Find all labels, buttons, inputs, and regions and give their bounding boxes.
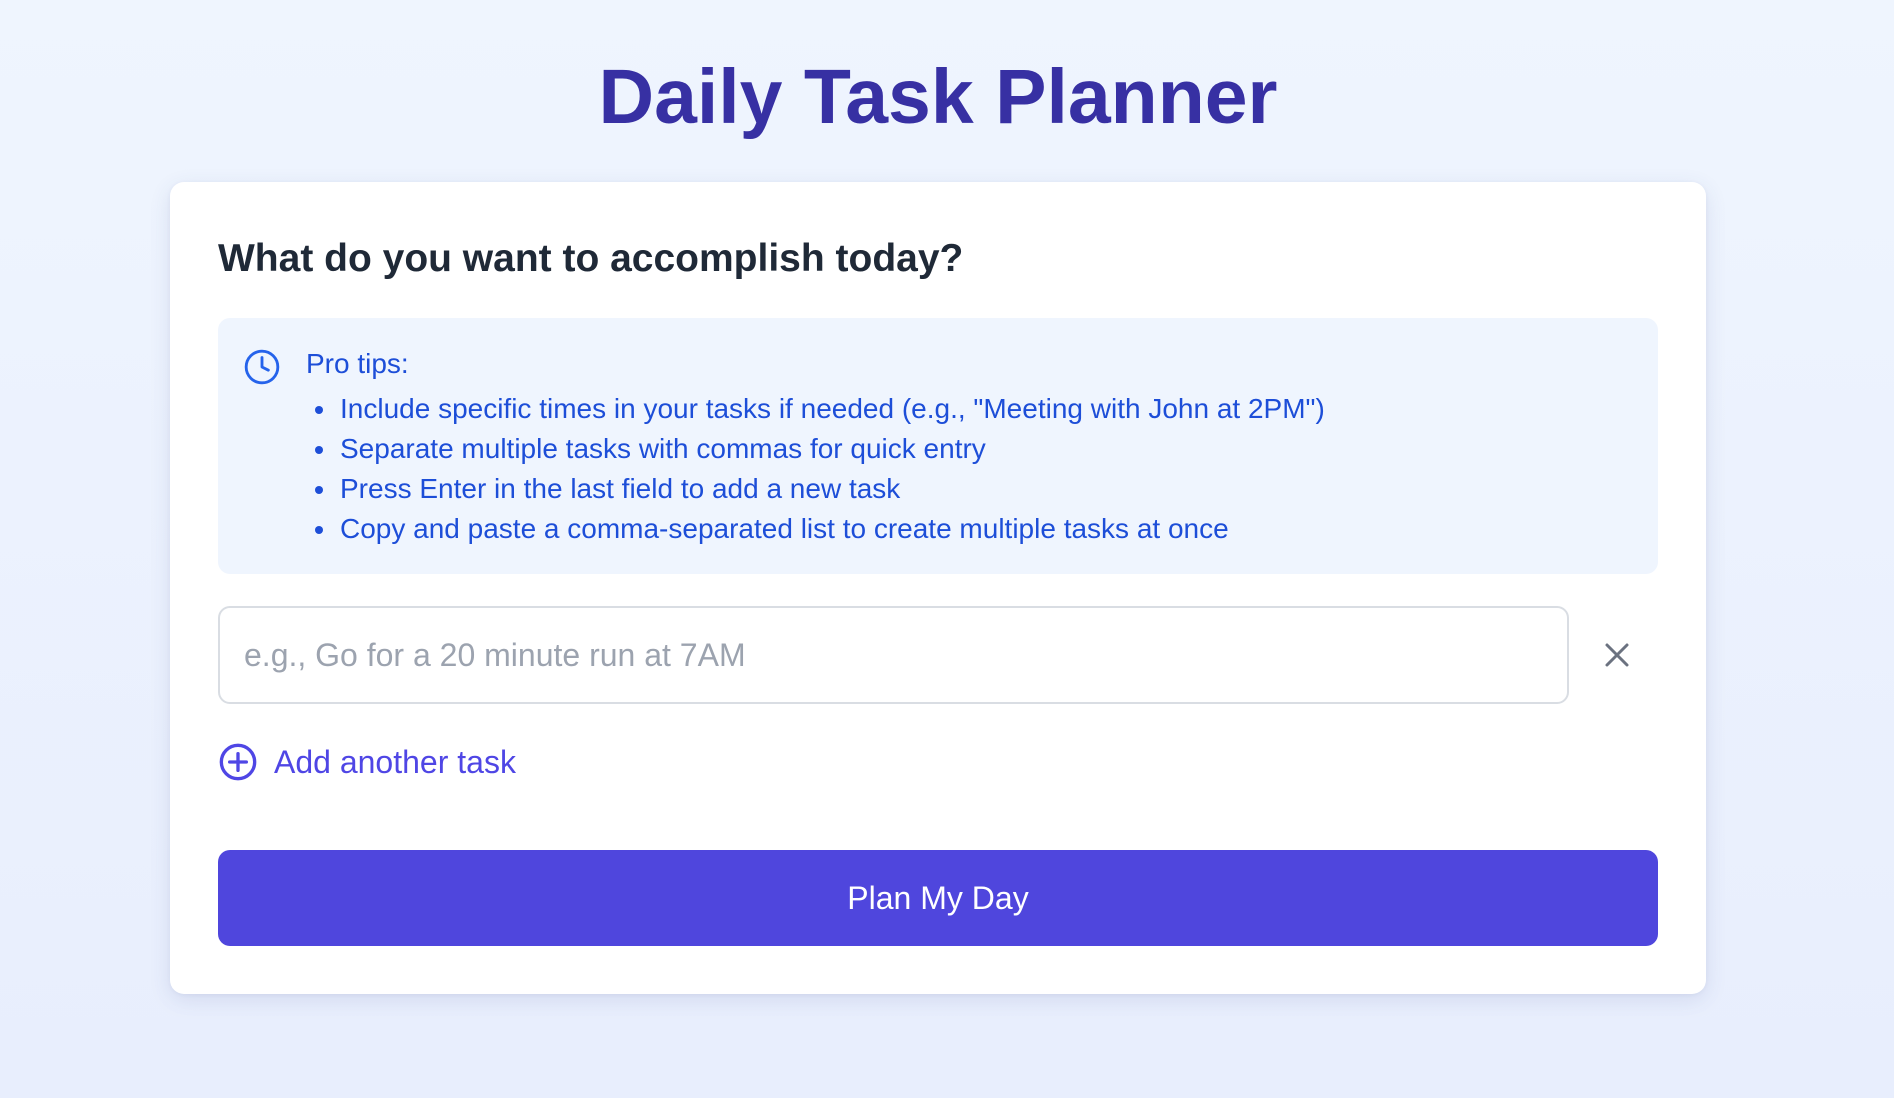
pro-tips-box: Pro tips: Include specific times in your… [218,318,1658,574]
tip-item: Include specific times in your tasks if … [338,389,1325,429]
tip-item: Press Enter in the last field to add a n… [338,469,1325,509]
plus-circle-icon [219,743,257,781]
add-another-task-label: Add another task [274,744,516,780]
tip-item: Separate multiple tasks with commas for … [338,429,1325,469]
remove-task-button[interactable] [1592,630,1642,680]
task-input[interactable] [218,606,1569,704]
close-icon [1605,643,1629,667]
tip-item: Copy and paste a comma-separated list to… [338,509,1325,549]
add-another-task-button[interactable]: Add another task [218,737,516,787]
clock-icon [244,349,280,385]
pro-tips-title: Pro tips: [306,348,409,379]
pro-tips-list: Include specific times in your tasks if … [306,389,1325,549]
plan-my-day-button[interactable]: Plan My Day [218,850,1658,946]
page-title: Daily Task Planner [598,54,1278,140]
planner-card: What do you want to accomplish today? Pr… [170,182,1706,994]
card-heading: What do you want to accomplish today? [218,237,964,280]
